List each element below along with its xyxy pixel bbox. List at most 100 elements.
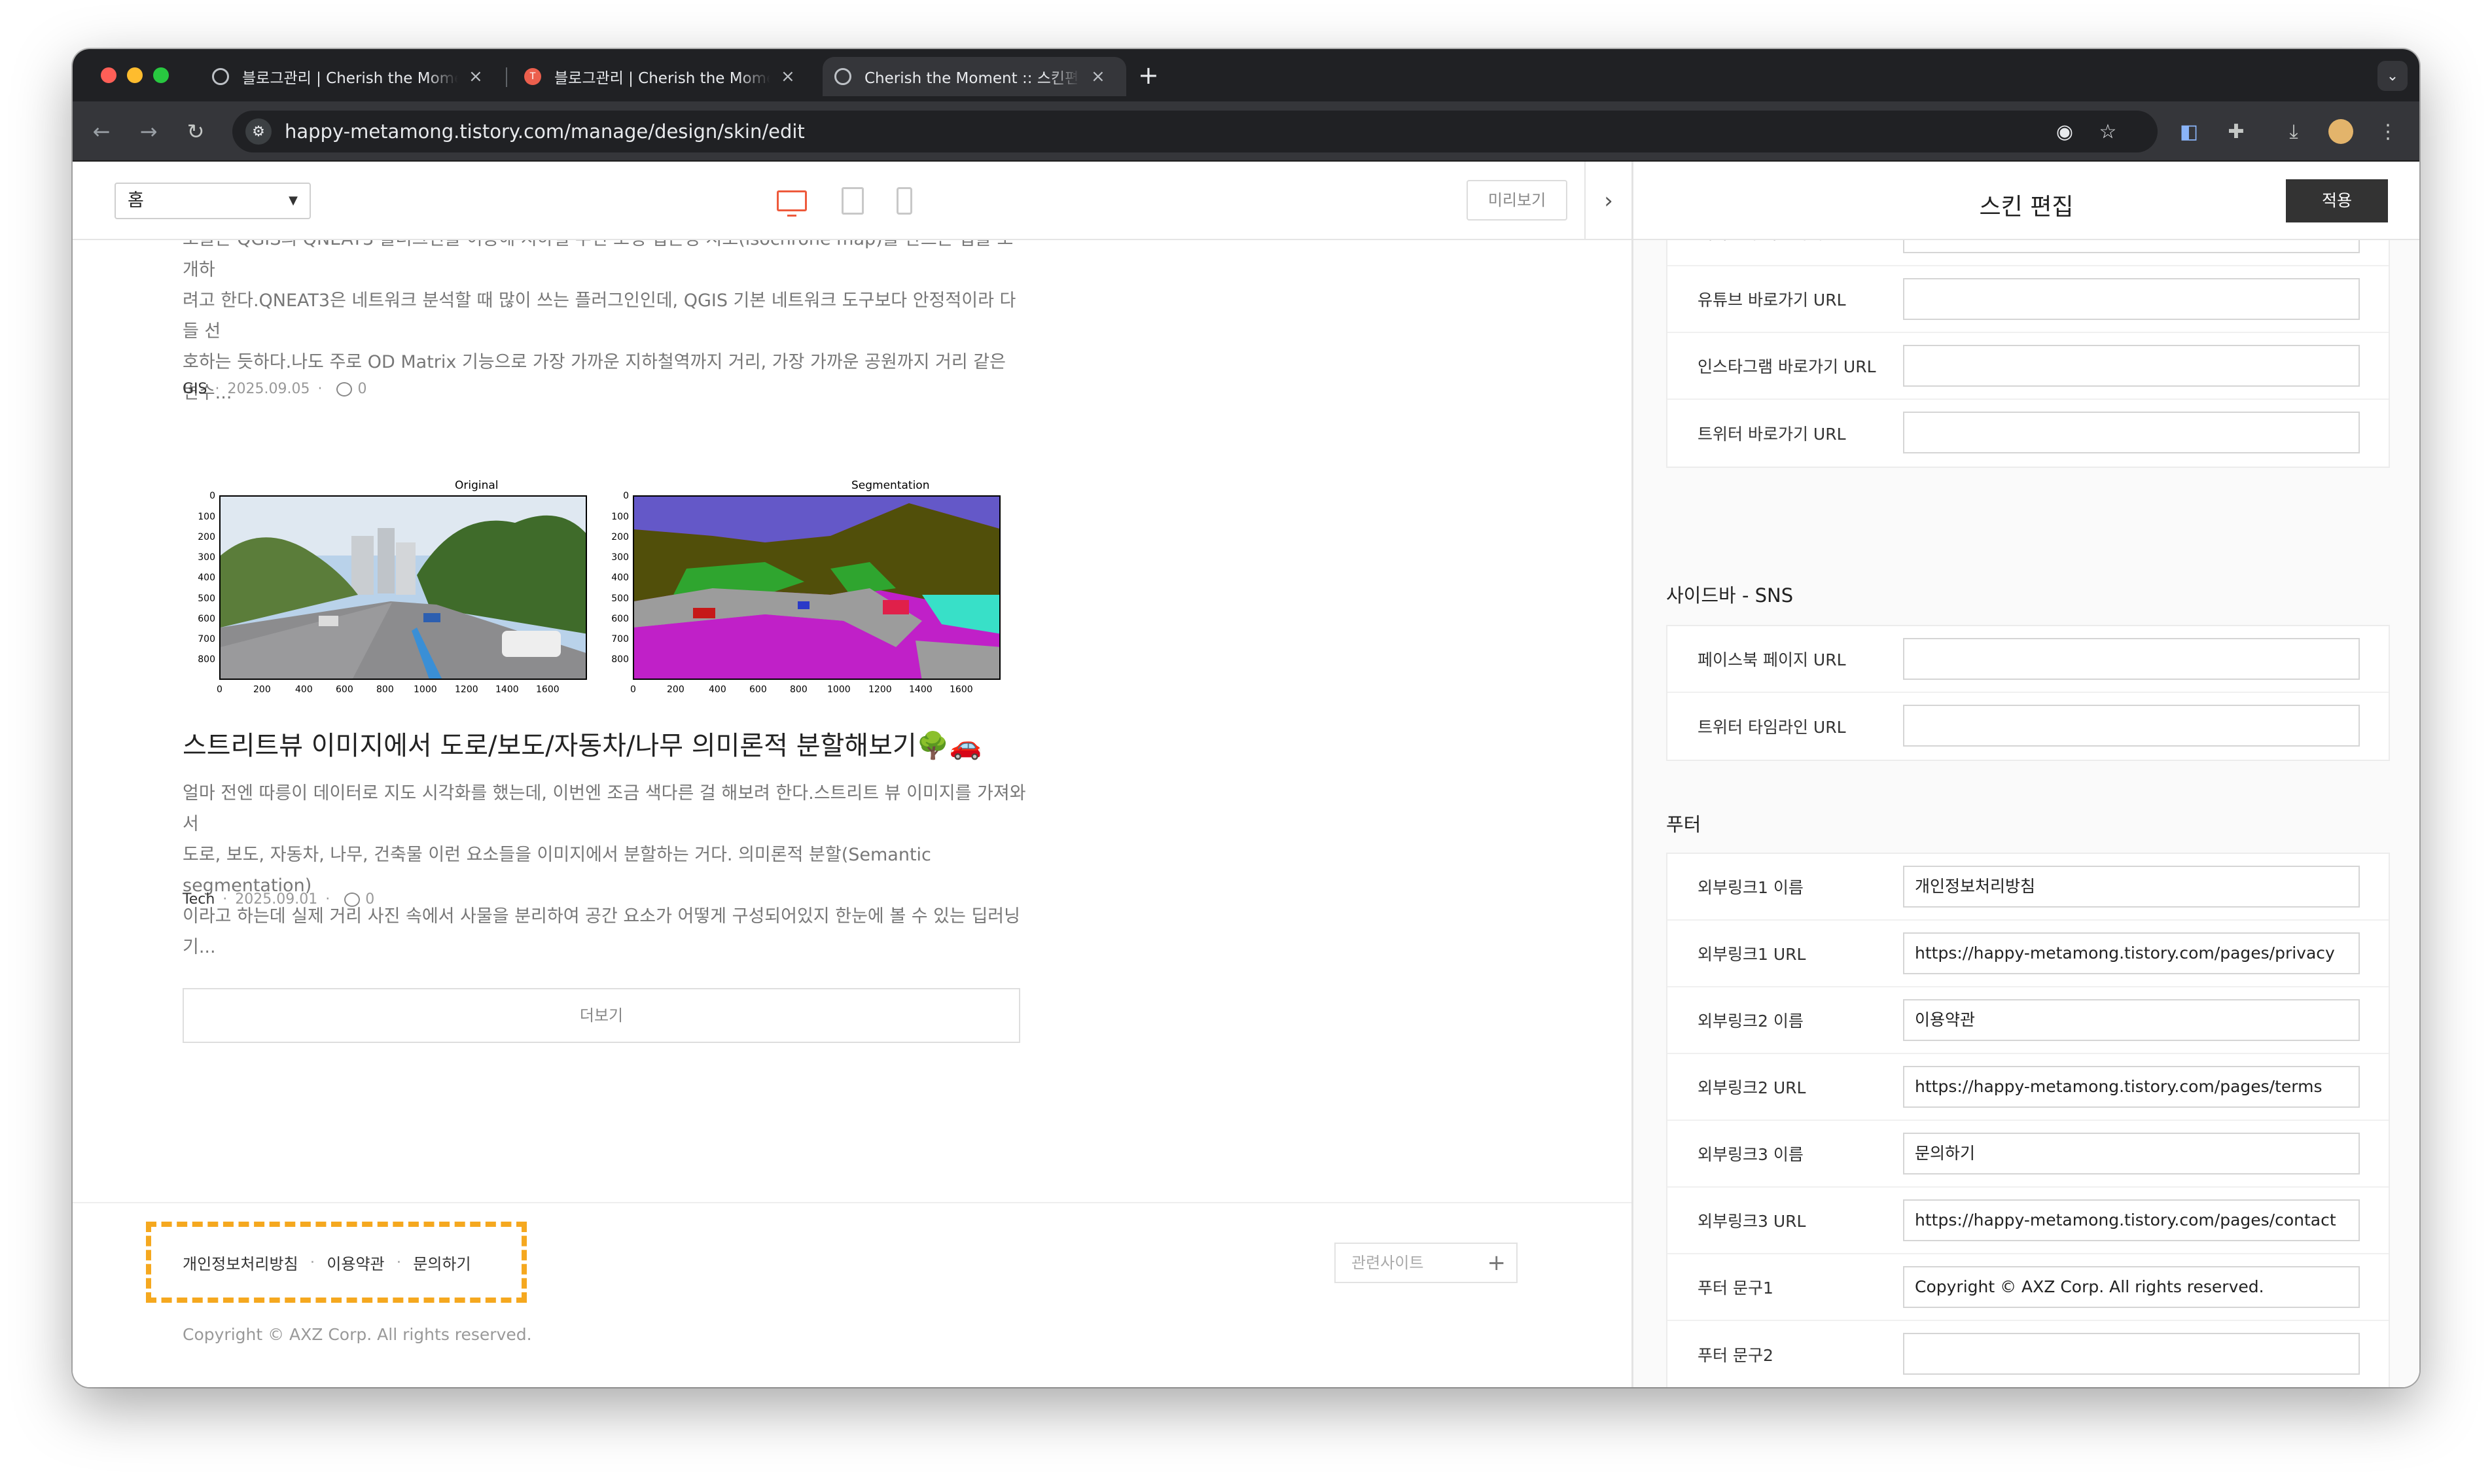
y-tick: 0 bbox=[209, 491, 215, 501]
tab-search-button[interactable]: ⌄ bbox=[2377, 61, 2408, 91]
x-tick: 1600 bbox=[950, 684, 973, 695]
footer-links-highlighted: 개인정보처리방침 · 이용약관 · 문의하기 bbox=[146, 1222, 527, 1303]
page-select-value: 홈 bbox=[128, 190, 144, 211]
new-tab-button[interactable]: + bbox=[1138, 61, 1159, 90]
footer-link-privacy[interactable]: 개인정보처리방침 bbox=[183, 1251, 298, 1274]
twitter-url-input[interactable] bbox=[1903, 412, 2360, 453]
external-link2-name-input[interactable]: 이용약관 bbox=[1903, 999, 2360, 1041]
close-tab-icon[interactable]: × bbox=[469, 67, 483, 86]
x-tick: 1200 bbox=[455, 684, 478, 695]
bookmark-star-icon[interactable]: ☆ bbox=[2096, 120, 2120, 143]
tab-bar: 블로그관리 | Cherish the Moment × T 블로그관리 | C… bbox=[73, 49, 2419, 101]
snippet-line: 려고 한다.QNEAT3은 네트워크 분석할 때 많이 쓰는 플러그인인데, Q… bbox=[183, 291, 1016, 342]
external-link3-url-input[interactable]: https://happy-metamong.tistory.com/pages… bbox=[1903, 1199, 2360, 1241]
close-tab-icon[interactable]: × bbox=[1091, 67, 1105, 86]
reload-button[interactable]: ↻ bbox=[181, 117, 210, 146]
tablet-icon bbox=[842, 187, 864, 215]
download-icon[interactable]: ⤓ bbox=[2281, 118, 2307, 145]
footer-text1-input[interactable]: Copyright © AXZ Corp. All rights reserve… bbox=[1903, 1266, 2360, 1308]
y-tick: 500 bbox=[198, 593, 215, 604]
post-title[interactable]: 스트리트뷰 이미지에서 도로/보도/자동차/나무 의미론적 분할해보기🌳🚗 bbox=[183, 724, 982, 762]
x-tick: 0 bbox=[217, 684, 222, 695]
sidebar-sns-group: 페이스북 페이지 URL 트위터 타임라인 URL bbox=[1666, 625, 2390, 761]
footer-divider bbox=[73, 1202, 1631, 1203]
preview-button[interactable]: 미리보기 bbox=[1467, 180, 1567, 221]
footer-link-contact[interactable]: 문의하기 bbox=[413, 1251, 471, 1274]
y-tick: 400 bbox=[611, 573, 629, 583]
footer-link-terms[interactable]: 이용약관 bbox=[327, 1251, 384, 1274]
post-category[interactable]: Tech bbox=[183, 891, 215, 908]
panel-header: 스킨 편집 적용 bbox=[1633, 162, 2419, 240]
twitter-timeline-url-input[interactable] bbox=[1903, 705, 2360, 747]
instagram-url-input[interactable] bbox=[1903, 345, 2360, 387]
back-button[interactable]: ← bbox=[87, 117, 116, 146]
x-tick: 800 bbox=[376, 684, 394, 695]
close-window-button[interactable] bbox=[101, 67, 116, 83]
field-label: 트위터 바로가기 URL bbox=[1698, 425, 1846, 444]
page-select[interactable]: 홈 ▼ bbox=[115, 183, 311, 219]
tab-blog-manage-2[interactable]: T 블로그관리 | Cherish the Moment × bbox=[512, 57, 813, 96]
translate-icon[interactable]: ◧ bbox=[2176, 118, 2202, 145]
more-menu-icon[interactable]: ⋮ bbox=[2375, 118, 2401, 145]
post-snippet[interactable]: 얼마 전엔 따릉이 데이터로 지도 시각화를 했는데, 이번엔 조금 색다른 걸… bbox=[183, 778, 1027, 963]
form-row: 인스타그램 바로가기 URL bbox=[1667, 333, 2389, 400]
forward-button[interactable]: → bbox=[134, 117, 163, 146]
x-tick: 200 bbox=[667, 684, 685, 695]
facebook-page-url-input[interactable] bbox=[1903, 638, 2360, 680]
meta-dot: · bbox=[222, 891, 228, 908]
tablet-view-button[interactable] bbox=[840, 185, 866, 217]
form-row: 외부링크3 이름 문의하기 bbox=[1667, 1121, 2389, 1188]
comment-count: 0 bbox=[357, 381, 367, 397]
site-info-icon[interactable]: ⚙ bbox=[245, 118, 272, 145]
mobile-view-button[interactable] bbox=[895, 185, 914, 217]
field-label: 푸터 문구1 bbox=[1698, 1279, 1773, 1298]
apply-button[interactable]: 적용 bbox=[2286, 179, 2388, 222]
close-tab-icon[interactable]: × bbox=[781, 67, 795, 86]
tab-skin-edit[interactable]: Cherish the Moment :: 스킨편집 × bbox=[823, 57, 1126, 96]
post-meta: GIS · 2025.09.05 · 0 bbox=[183, 381, 366, 397]
y-tick: 0 bbox=[623, 491, 629, 501]
related-sites-label: 관련사이트 bbox=[1351, 1254, 1424, 1272]
section-title-footer: 푸터 bbox=[1666, 813, 1701, 836]
form-row: 유튜브 바로가기 URL bbox=[1667, 266, 2389, 333]
field-label: 외부링크2 이름 bbox=[1698, 1012, 1804, 1031]
x-tick: 600 bbox=[336, 684, 353, 695]
arrow-right-icon: → bbox=[139, 119, 158, 144]
form-row: 외부링크3 URL https://happy-metamong.tistory… bbox=[1667, 1188, 2389, 1254]
x-tick: 400 bbox=[709, 684, 726, 695]
footer-text2-input[interactable] bbox=[1903, 1333, 2360, 1375]
external-link1-url-input[interactable]: https://happy-metamong.tistory.com/pages… bbox=[1903, 932, 2360, 974]
footer-link-separator: · bbox=[396, 1253, 402, 1271]
external-link2-url-input[interactable]: https://happy-metamong.tistory.com/pages… bbox=[1903, 1066, 2360, 1108]
maximize-window-button[interactable] bbox=[153, 67, 169, 83]
form-row: 외부링크2 이름 이용약관 bbox=[1667, 987, 2389, 1054]
y-tick: 700 bbox=[611, 634, 629, 645]
desktop-view-button[interactable] bbox=[775, 185, 808, 217]
y-tick: 400 bbox=[198, 573, 215, 583]
post-thumbnail[interactable]: Original Segmentation 0 100 200 300 400 … bbox=[183, 479, 1086, 728]
url-text[interactable]: happy-metamong.tistory.com/manage/design… bbox=[285, 111, 805, 152]
related-sites-dropdown[interactable]: 관련사이트 + bbox=[1334, 1243, 1518, 1283]
y-tick: 300 bbox=[198, 552, 215, 563]
extensions-icon[interactable]: ✚ bbox=[2223, 118, 2249, 145]
y-tick: 200 bbox=[198, 532, 215, 542]
minimize-window-button[interactable] bbox=[127, 67, 143, 83]
footer-copyright: Copyright © AXZ Corp. All rights reserve… bbox=[183, 1325, 532, 1344]
address-bar[interactable]: ⚙ happy-metamong.tistory.com/manage/desi… bbox=[232, 111, 2158, 152]
field-label: 트위터 타임라인 URL bbox=[1698, 718, 1846, 737]
external-link1-name-input[interactable]: 개인정보처리방침 bbox=[1903, 866, 2360, 908]
external-link3-name-input[interactable]: 문의하기 bbox=[1903, 1133, 2360, 1175]
profile-avatar-icon[interactable] bbox=[2328, 118, 2354, 145]
youtube-url-input[interactable] bbox=[1903, 278, 2360, 320]
post-date: 2025.09.01 bbox=[235, 891, 318, 908]
x-tick: 1000 bbox=[414, 684, 437, 695]
eye-icon[interactable]: ◉ bbox=[2053, 120, 2076, 143]
snippet-line: 얼마 전엔 따릉이 데이터로 지도 시각화를 했는데, 이번엔 조금 색다른 걸… bbox=[183, 783, 1026, 834]
post-category[interactable]: GIS bbox=[183, 381, 207, 397]
collapse-panel-button[interactable]: › bbox=[1584, 162, 1631, 240]
field-label: 외부링크3 URL bbox=[1698, 1212, 1806, 1231]
y-tick: 300 bbox=[611, 552, 629, 563]
more-button[interactable]: 더보기 bbox=[183, 988, 1020, 1043]
browser-toolbar: ← → ↻ ⚙ happy-metamong.tistory.com/manag… bbox=[73, 101, 2419, 162]
tab-blog-manage-1[interactable]: 블로그관리 | Cherish the Moment × bbox=[200, 57, 501, 96]
